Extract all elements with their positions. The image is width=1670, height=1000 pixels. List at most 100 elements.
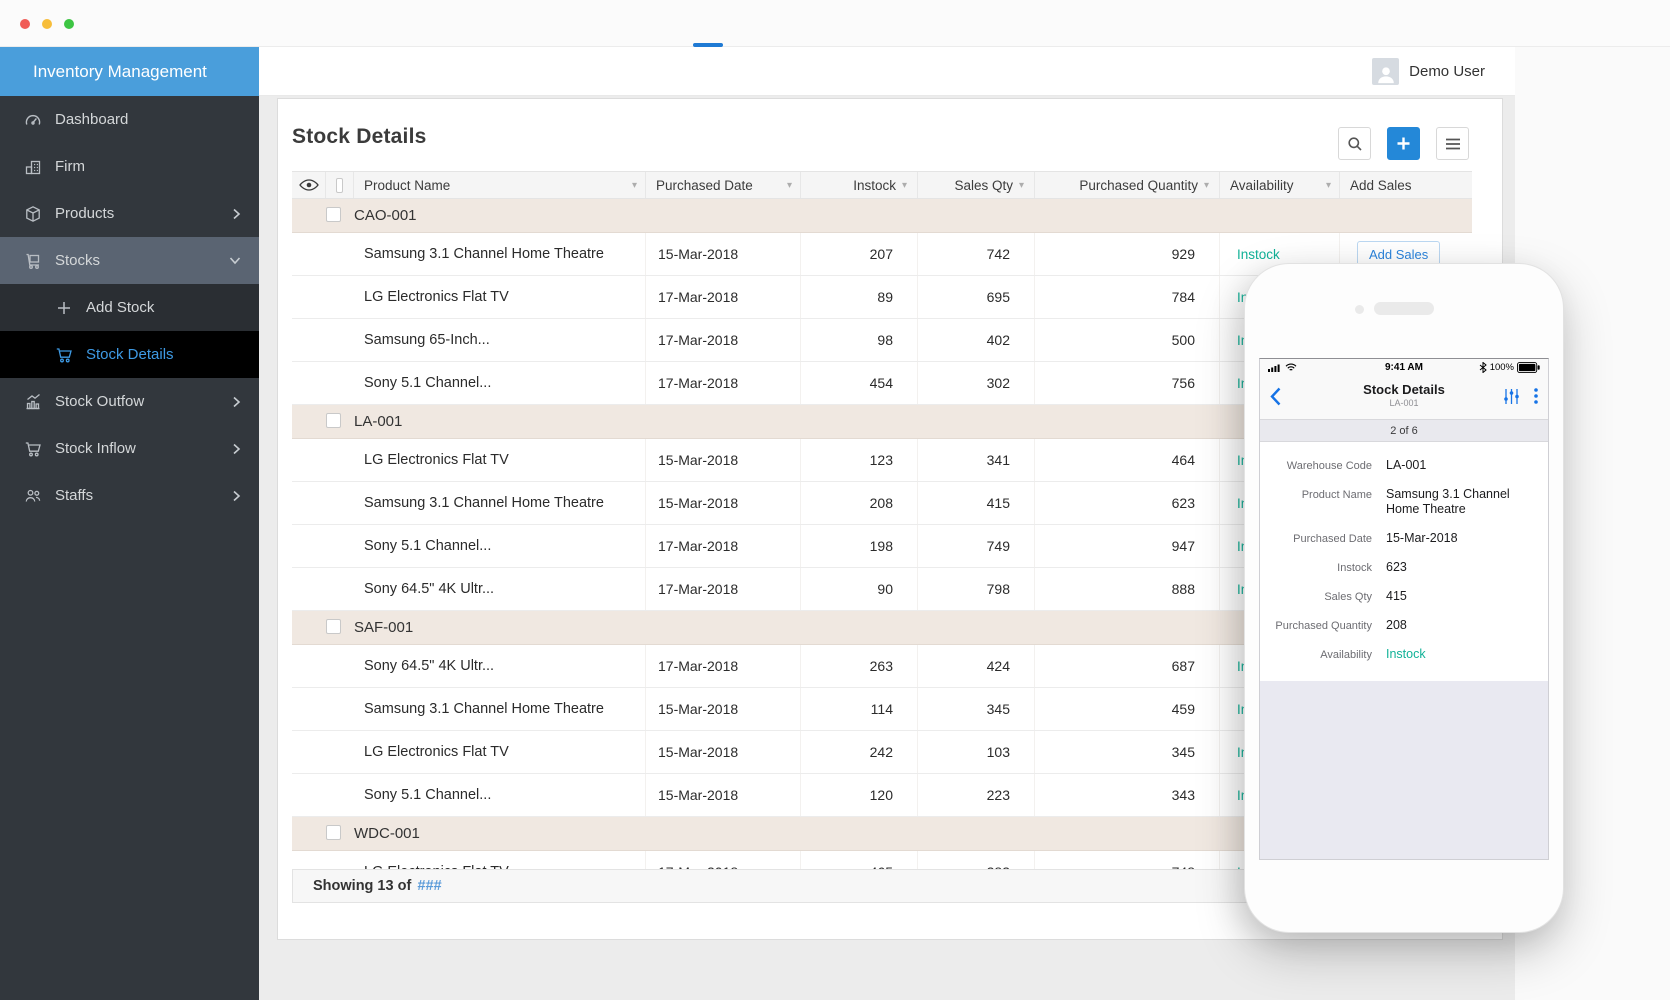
- purchased-qty-cell: 623: [1035, 482, 1220, 524]
- purchased-qty-cell: 748: [1035, 851, 1220, 869]
- phone-field-value: LA-001: [1386, 458, 1427, 472]
- sidebar-item-label: Staffs: [55, 487, 94, 504]
- chart-icon: [24, 393, 42, 411]
- sidebar-item-stock-outfow[interactable]: Stock Outfow: [0, 378, 259, 425]
- row-eye-spacer: [292, 319, 326, 361]
- phone-back-button[interactable]: [1270, 387, 1281, 411]
- phone-field: Sales Qty 415: [1260, 582, 1548, 611]
- sidebar-item-add-stock[interactable]: Add Stock: [0, 284, 259, 331]
- filter-sliders-icon[interactable]: [1503, 388, 1520, 404]
- sales-qty-cell: 749: [918, 525, 1035, 567]
- sidebar-item-firm[interactable]: Firm: [0, 143, 259, 190]
- row-eye-spacer: [292, 851, 326, 869]
- phone-field-label: Instock: [1337, 562, 1372, 574]
- instock-cell: 123: [801, 439, 918, 481]
- people-icon: [24, 487, 42, 505]
- group-checkbox[interactable]: [326, 206, 341, 222]
- group-checkbox[interactable]: [326, 824, 341, 840]
- sidebar-item-products[interactable]: Products: [0, 190, 259, 237]
- product-name-cell: LG Electronics Flat TV: [354, 851, 646, 869]
- select-all-checkbox[interactable]: [336, 177, 343, 193]
- instock-cell: 120: [801, 774, 918, 816]
- window-maximize-button[interactable]: [64, 19, 74, 29]
- group-checkbox-cell: [326, 618, 354, 637]
- sidebar-item-label: Stock Inflow: [55, 440, 136, 457]
- purchased-date-cell: 15-Mar-2018: [646, 774, 801, 816]
- column-header-instock[interactable]: Instock ▾: [801, 172, 918, 198]
- sales-qty-cell: 415: [918, 482, 1035, 524]
- total-count: ###: [417, 878, 442, 894]
- column-header-add-sales: Add Sales: [1340, 172, 1472, 198]
- product-name-cell: LG Electronics Flat TV: [354, 276, 646, 318]
- row-checkbox-spacer: [326, 233, 354, 275]
- phone-field-label: Availability: [1320, 649, 1372, 661]
- sidebar-item-label: Stock Details: [86, 346, 174, 363]
- sidebar-item-dashboard[interactable]: Dashboard: [0, 96, 259, 143]
- group-checkbox[interactable]: [326, 412, 341, 428]
- back-chevron-icon: [1270, 387, 1281, 406]
- row-eye-spacer: [292, 688, 326, 730]
- group-header-row[interactable]: CAO-001: [292, 199, 1472, 233]
- group-checkbox-cell: [326, 412, 354, 431]
- phone-earpiece: [1374, 302, 1434, 315]
- add-record-button[interactable]: [1387, 127, 1420, 160]
- row-checkbox-spacer: [326, 525, 354, 567]
- row-eye-spacer: [292, 276, 326, 318]
- sidebar-item-stock-inflow[interactable]: Stock Inflow: [0, 425, 259, 472]
- sales-qty-cell: 424: [918, 645, 1035, 687]
- sidebar-item-label: Products: [55, 205, 115, 222]
- cart-icon: [24, 440, 42, 458]
- overflow-menu-icon[interactable]: [1534, 388, 1538, 404]
- column-visibility-eye-icon[interactable]: [292, 172, 326, 198]
- row-checkbox-spacer: [326, 688, 354, 730]
- phone-field-label: Purchased Date: [1293, 533, 1372, 545]
- search-button[interactable]: [1338, 127, 1371, 160]
- purchased-qty-cell: 464: [1035, 439, 1220, 481]
- dashboard-icon: [24, 111, 42, 129]
- row-eye-spacer: [292, 568, 326, 610]
- phone-field-value: 623: [1386, 560, 1407, 574]
- sales-qty-cell: 103: [918, 731, 1035, 773]
- row-checkbox-spacer: [326, 645, 354, 687]
- purchased-qty-cell: 888: [1035, 568, 1220, 610]
- user-menu[interactable]: Demo User: [1372, 57, 1485, 85]
- sidebar-item-label: Add Stock: [86, 299, 155, 316]
- hamburger-icon: [1445, 138, 1460, 149]
- sales-qty-cell: 283: [918, 851, 1035, 869]
- sales-qty-cell: 695: [918, 276, 1035, 318]
- sales-qty-cell: 223: [918, 774, 1035, 816]
- sidebar-item-label: Stock Outfow: [55, 393, 145, 410]
- window-close-button[interactable]: [20, 19, 30, 29]
- product-name-cell: Sony 64.5" 4K Ultr...: [354, 645, 646, 687]
- instock-cell: 454: [801, 362, 918, 404]
- sales-qty-cell: 402: [918, 319, 1035, 361]
- purchased-date-cell: 15-Mar-2018: [646, 233, 801, 275]
- row-checkbox-spacer: [326, 851, 354, 869]
- sidebar-item-stock-details[interactable]: Stock Details: [0, 331, 259, 378]
- phone-fields: Warehouse Code LA-001 Product Name Samsung …: [1260, 442, 1548, 681]
- column-header-product[interactable]: Product Name ▾: [354, 172, 646, 198]
- page-title: Stock Details: [292, 125, 427, 148]
- column-header-sales-qty[interactable]: Sales Qty ▾: [918, 172, 1035, 198]
- window-minimize-button[interactable]: [42, 19, 52, 29]
- purchased-date-cell: 17-Mar-2018: [646, 319, 801, 361]
- product-name-cell: Samsung 65-Inch...: [354, 319, 646, 361]
- purchased-date-cell: 17-Mar-2018: [646, 276, 801, 318]
- instock-cell: 198: [801, 525, 918, 567]
- group-checkbox[interactable]: [326, 618, 341, 634]
- user-icon: [1377, 66, 1394, 83]
- firm-icon: [24, 158, 42, 176]
- column-header-purchased-qty[interactable]: Purchased Quantity ▾: [1035, 172, 1220, 198]
- list-menu-button[interactable]: [1436, 127, 1469, 160]
- column-header-availability[interactable]: Availability ▾: [1220, 172, 1340, 198]
- instock-cell: 242: [801, 731, 918, 773]
- phone-field-label: Warehouse Code: [1286, 460, 1372, 472]
- sidebar-item-staffs[interactable]: Staffs: [0, 472, 259, 519]
- search-icon: [1347, 136, 1362, 151]
- row-checkbox-spacer: [326, 439, 354, 481]
- row-eye-spacer: [292, 233, 326, 275]
- column-header-date[interactable]: Purchased Date ▾: [646, 172, 801, 198]
- column-label: Product Name: [364, 177, 451, 193]
- sidebar-item-stocks[interactable]: Stocks: [0, 237, 259, 284]
- purchased-qty-cell: 784: [1035, 276, 1220, 318]
